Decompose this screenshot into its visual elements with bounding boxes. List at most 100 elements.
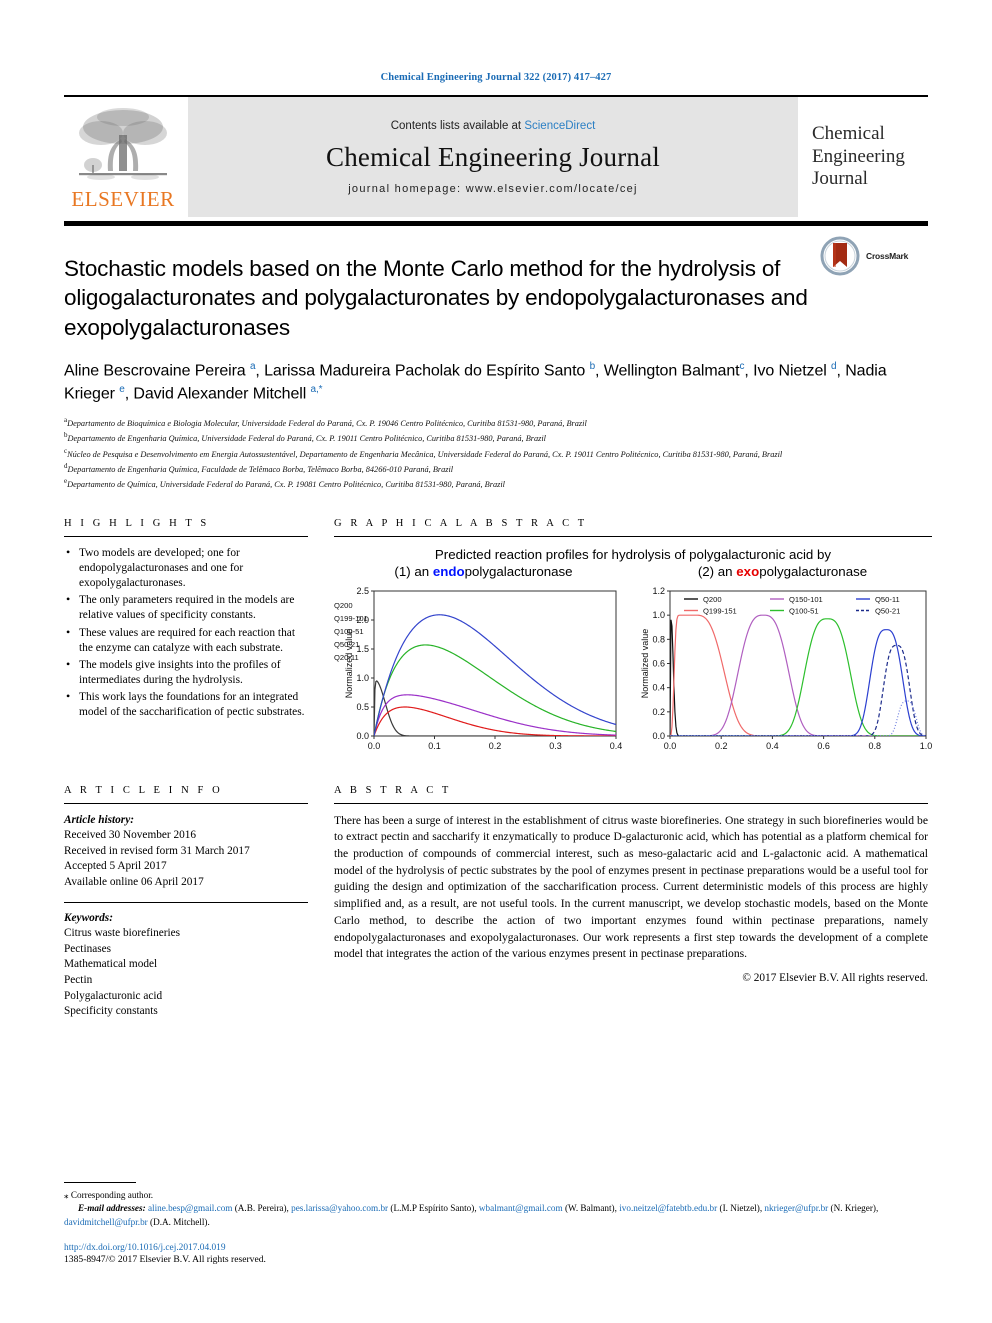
svg-text:0.0: 0.0 [368, 741, 381, 751]
keywords-rule [64, 901, 308, 903]
corresponding-text: Corresponding author. [70, 1189, 154, 1200]
contents-prefix: Contents lists available at [390, 119, 522, 132]
affil-text: Departamento de Engenharia Química, Facu… [67, 464, 454, 474]
page-title: Stochastic models based on the Monte Car… [64, 256, 808, 340]
article-first-page: Chemical Engineering Journal 322 (2017) … [0, 0, 992, 1323]
graphical-abstract-heading: G R A P H I C A L A B S T R A C T [334, 517, 588, 529]
abstract-rule [334, 802, 928, 804]
keywords-label: Keywords: [64, 911, 113, 924]
graphical-abstract-figure: Predicted reaction profiles for hydrolys… [334, 546, 986, 763]
affiliation-item: bDepartamento de Engenharia Química, Uni… [64, 430, 928, 445]
svg-text:1.0: 1.0 [920, 741, 932, 751]
email-link[interactable]: davidmitchell@ufpr.br [64, 1217, 148, 1227]
journal-masthead: ELSEVIER Contents lists available at Sci… [64, 97, 928, 217]
cover-title: Chemical Engineering Journal [812, 123, 905, 190]
keywords-block: Keywords: Citrus waste biorefineries Pec… [64, 911, 308, 1020]
highlights-rule [64, 535, 308, 537]
chart-panel-2: 0.0 0.2 0.4 0.6 0.8 1.0 0.0 0.2 0.4 0.6 0.8 1.0 1.2 N… [632, 583, 986, 763]
svg-text:Q200: Q200 [334, 601, 353, 610]
affiliation-item: eDepartamento de Química, Universidade F… [64, 476, 928, 491]
svg-text:2.5: 2.5 [356, 586, 369, 596]
svg-text:0.6: 0.6 [652, 658, 665, 668]
keyword-item: Polygalacturonic acid [64, 989, 163, 1002]
articleinfo-and-abstract: A R T I C L E I N F O Article history: R… [64, 785, 928, 1020]
list-item: Two models are developed; one for endopo… [66, 545, 308, 591]
svg-text:0.0: 0.0 [664, 741, 677, 751]
email-owner: (L.M.P Espírito Santo) [390, 1203, 475, 1214]
svg-text:Normalized value: Normalized value [640, 628, 650, 698]
list-item: The models give insights into the profil… [66, 657, 308, 688]
elsevier-logo: ELSEVIER [64, 97, 188, 217]
graphical-abstract-column: G R A P H I C A L A B S T R A C T Predic… [334, 517, 986, 763]
doi-link[interactable]: http://dx.doi.org/10.1016/j.cej.2017.04.… [64, 1243, 928, 1253]
history-item: Received in revised form 31 March 2017 [64, 844, 250, 857]
author-list: Aline Bescrovaine Pereira a, Larissa Mad… [64, 360, 887, 403]
svg-text:Q100-51: Q100-51 [789, 606, 819, 615]
sciencedirect-link[interactable]: ScienceDirect [524, 120, 595, 132]
email-link[interactable]: pes.larissa@yahoo.com.br [291, 1203, 388, 1213]
svg-text:0.8: 0.8 [869, 741, 882, 751]
affiliation-list: aDepartamento de Bioquímica e Biologia M… [64, 415, 928, 492]
email-owner: (D.A. Mitchell) [150, 1216, 208, 1227]
article-info-rule [64, 802, 308, 804]
keyword-item: Citrus waste biorefineries [64, 927, 181, 940]
svg-text:0.8: 0.8 [652, 634, 665, 644]
email-label: E-mail addresses: [78, 1203, 146, 1214]
keyword-item: Specificity constants [64, 1005, 158, 1018]
svg-text:1.0: 1.0 [356, 673, 369, 683]
list-item: This work lays the foundations for an in… [66, 689, 308, 720]
affil-text: Departamento de Química, Universidade Fe… [67, 480, 505, 490]
email-link[interactable]: wbalmant@gmail.com [479, 1203, 563, 1213]
panel-2-subtitle: (2) an exopolygalacturonase [697, 563, 868, 579]
charts-row: 0.0 0.1 0.2 0.3 0.4 0.0 0.5 1.0 1.5 2.0 2.5 Normali… [334, 583, 986, 763]
svg-text:Q199-101: Q199-101 [334, 614, 368, 623]
svg-text:0.1: 0.1 [428, 741, 441, 751]
abstract-heading: A B S T R A C T [334, 784, 452, 796]
svg-text:Q100-51: Q100-51 [334, 627, 364, 636]
email-owner: (N. Krieger) [830, 1203, 876, 1214]
affil-text: Núcleo de Pesquisa e Desenvolvimento em … [67, 449, 783, 459]
graphical-abstract-rule [334, 535, 932, 537]
svg-text:Q50-21: Q50-21 [334, 640, 359, 649]
crossmark-label: CrossMark [866, 251, 909, 261]
email-link[interactable]: nkrieger@ufpr.br [764, 1203, 828, 1213]
issn-copyright: 1385-8947/© 2017 Elsevier B.V. All right… [64, 1254, 266, 1265]
corresponding-author-note: ⁎ Corresponding author. [64, 1189, 928, 1202]
email-owner: (I. Nietzel) [719, 1203, 760, 1214]
highlights-column: H I G H L I G H T S Two models are devel… [64, 518, 308, 763]
svg-text:Q20-11: Q20-11 [334, 653, 359, 662]
svg-text:0.4: 0.4 [652, 682, 665, 692]
article-info-column: A R T I C L E I N F O Article history: R… [64, 785, 308, 1020]
history-item: Available online 06 April 2017 [64, 876, 204, 889]
asterisk-icon: ⁎ [64, 1189, 69, 1200]
title-block: Stochastic models based on the Monte Car… [64, 226, 928, 492]
email-link[interactable]: ivo.neitzel@fatebtb.edu.br [619, 1203, 717, 1213]
cover-title-line-1: Chemical [812, 123, 885, 145]
abstract-copyright: © 2017 Elsevier B.V. All rights reserved… [742, 971, 928, 984]
abstract-text: There has been a surge of interest in th… [334, 813, 928, 961]
affil-text: Departamento de Bioquímica e Biologia Mo… [67, 418, 587, 428]
highlights-list: Two models are developed; one for endopo… [64, 545, 308, 721]
svg-text:0.0: 0.0 [356, 731, 369, 741]
journal-homepage[interactable]: journal homepage: www.elsevier.com/locat… [348, 183, 638, 195]
svg-text:Q199-151: Q199-151 [703, 606, 737, 615]
elsevier-tree-icon [79, 107, 167, 180]
figure-subtitles: (1) an endopolygalacturonase (2) an exop… [334, 564, 932, 579]
affil-text: Departamento de Engenharia Química, Univ… [67, 433, 546, 443]
email-owner: (W. Balmant) [564, 1203, 615, 1214]
footnote-rule [64, 1181, 136, 1183]
chart-panel-1: 0.0 0.1 0.2 0.3 0.4 0.0 0.5 1.0 1.5 2.0 2.5 Normali… [334, 583, 624, 763]
list-item: The only parameters required in the mode… [66, 592, 308, 623]
endo-chart-svg: 0.0 0.1 0.2 0.3 0.40.00.51.01.52.02.5Normali… [334, 586, 622, 751]
svg-text:0.3: 0.3 [549, 741, 562, 751]
journal-cover-thumb: Chemical Engineering Journal [798, 97, 928, 217]
panel-1-subtitle: (1) an endopolygalacturonase [394, 563, 573, 579]
history-item: Received 30 November 2016 [64, 829, 197, 842]
svg-text:1.0: 1.0 [652, 610, 665, 620]
email-link[interactable]: aline.besp@gmail.com [148, 1203, 233, 1213]
crossmark-badge[interactable]: CrossMark [820, 232, 928, 280]
cover-title-line-3: Journal [812, 168, 868, 190]
svg-text:0.2: 0.2 [715, 741, 728, 751]
keyword-item: Pectinases [64, 942, 112, 955]
abstract-column: A B S T R A C T There has been a surge o… [334, 785, 928, 1020]
